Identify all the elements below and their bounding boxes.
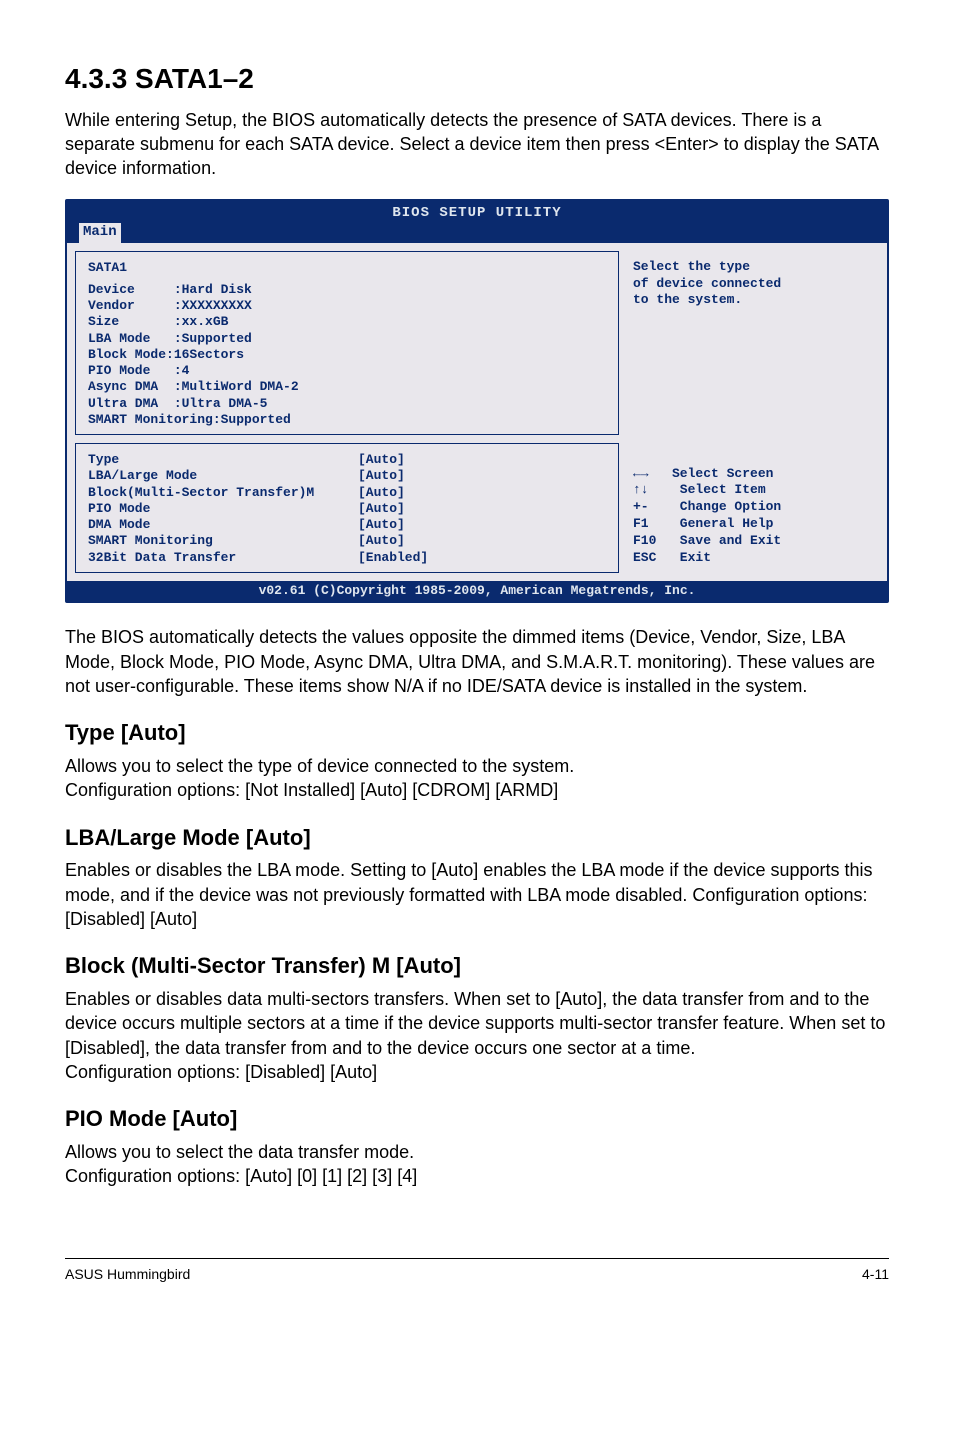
bios-setting-row: DMA Mode[Auto] <box>88 517 606 533</box>
bios-info-row: Device :Hard Disk <box>88 282 606 298</box>
pio-body-2: Configuration options: [Auto] [0] [1] [2… <box>65 1164 889 1188</box>
bios-help-text: Select the type of device connected to t… <box>633 259 869 310</box>
bios-info-row: Vendor :XXXXXXXXX <box>88 298 606 314</box>
section-intro: While entering Setup, the BIOS automatic… <box>65 108 889 181</box>
bios-setting-row: Type[Auto] <box>88 452 606 468</box>
bios-help-panel: Select the type of device connected to t… <box>619 251 879 573</box>
lba-body: Enables or disables the LBA mode. Settin… <box>65 858 889 931</box>
bios-setting-row: LBA/Large Mode[Auto] <box>88 468 606 484</box>
type-body-2: Configuration options: [Not Installed] [… <box>65 778 889 802</box>
bios-header-bar: BIOS SETUP UTILITY Main <box>67 201 887 243</box>
pio-heading: PIO Mode [Auto] <box>65 1104 889 1134</box>
bios-info-header: SATA1 <box>88 260 606 276</box>
bios-setting-row: 32Bit Data Transfer[Enabled] <box>88 550 606 566</box>
post-bios-paragraph: The BIOS automatically detects the value… <box>65 625 889 698</box>
bios-info-row: Async DMA :MultiWord DMA-2 <box>88 379 606 395</box>
bios-setting-value: [Auto] <box>358 533 405 548</box>
bios-tab-main: Main <box>79 223 121 243</box>
bios-footer: v02.61 (C)Copyright 1985-2009, American … <box>67 581 887 602</box>
bios-setting-label: LBA/Large Mode <box>88 468 358 484</box>
block-body-1: Enables or disables data multi-sectors t… <box>65 987 889 1060</box>
bios-setting-value: [Auto] <box>358 517 405 532</box>
bios-setting-label: Type <box>88 452 358 468</box>
bios-info-panel: SATA1 Device :Hard Disk Vendor :XXXXXXXX… <box>75 251 619 436</box>
pio-body-1: Allows you to select the data transfer m… <box>65 1140 889 1164</box>
bios-help-spacer <box>633 309 869 465</box>
footer-left: ASUS Hummingbird <box>65 1265 190 1284</box>
bios-setting-value: [Enabled] <box>358 550 428 565</box>
bios-setting-row: PIO Mode[Auto] <box>88 501 606 517</box>
bios-title: BIOS SETUP UTILITY <box>67 204 887 223</box>
section-heading: 4.3.3 SATA1–2 <box>65 60 889 98</box>
bios-info-row: SMART Monitoring:Supported <box>88 412 606 428</box>
bios-setting-label: PIO Mode <box>88 501 358 517</box>
bios-help-keys: ←→ Select Screen ↑↓ Select Item +- Chang… <box>633 466 869 567</box>
bios-setting-value: [Auto] <box>358 501 405 516</box>
block-heading: Block (Multi-Sector Transfer) M [Auto] <box>65 951 889 981</box>
block-body-2: Configuration options: [Disabled] [Auto] <box>65 1060 889 1084</box>
lba-heading: LBA/Large Mode [Auto] <box>65 823 889 853</box>
bios-info-row: Size :xx.xGB <box>88 314 606 330</box>
bios-setting-value: [Auto] <box>358 468 405 483</box>
bios-setting-row: Block(Multi-Sector Transfer)M[Auto] <box>88 485 606 501</box>
bios-setting-row: SMART Monitoring[Auto] <box>88 533 606 549</box>
bios-info-row: LBA Mode :Supported <box>88 331 606 347</box>
bios-setting-value: [Auto] <box>358 485 405 500</box>
type-body-1: Allows you to select the type of device … <box>65 754 889 778</box>
bios-screenshot: BIOS SETUP UTILITY Main SATA1 Device :Ha… <box>65 199 889 604</box>
footer-right: 4-11 <box>862 1265 889 1284</box>
bios-setting-label: DMA Mode <box>88 517 358 533</box>
bios-info-row: Block Mode:16Sectors <box>88 347 606 363</box>
bios-info-row: Ultra DMA :Ultra DMA-5 <box>88 396 606 412</box>
bios-setting-label: SMART Monitoring <box>88 533 358 549</box>
bios-body: SATA1 Device :Hard Disk Vendor :XXXXXXXX… <box>67 243 887 581</box>
bios-settings-panel: Type[Auto] LBA/Large Mode[Auto] Block(Mu… <box>75 443 619 573</box>
bios-info-row: PIO Mode :4 <box>88 363 606 379</box>
bios-left-column: SATA1 Device :Hard Disk Vendor :XXXXXXXX… <box>75 251 619 573</box>
bios-setting-label: 32Bit Data Transfer <box>88 550 358 566</box>
page-footer: ASUS Hummingbird 4-11 <box>65 1258 889 1284</box>
type-heading: Type [Auto] <box>65 718 889 748</box>
bios-setting-label: Block(Multi-Sector Transfer)M <box>88 485 358 501</box>
bios-setting-value: [Auto] <box>358 452 405 467</box>
